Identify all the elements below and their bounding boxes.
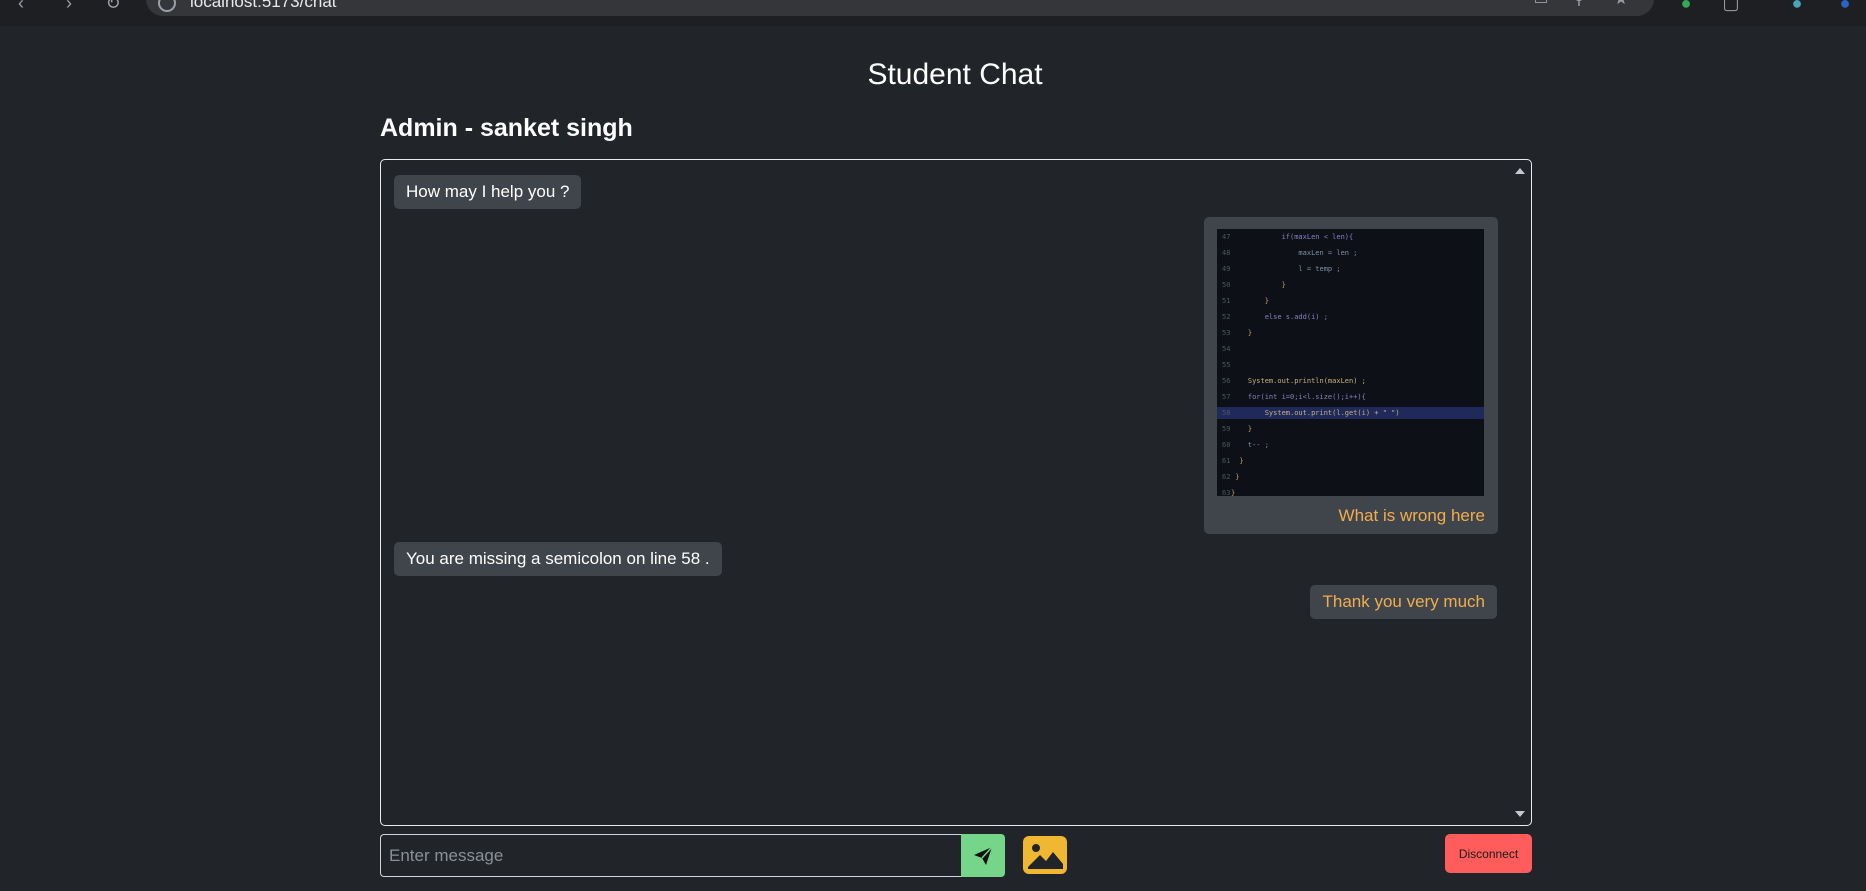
code-line-text: else s.add(i) ; bbox=[1231, 313, 1328, 321]
code-line-text: l = temp ; bbox=[1231, 265, 1341, 273]
code-line: 62 } bbox=[1217, 471, 1484, 483]
account-icon[interactable]: ● bbox=[1834, 0, 1856, 14]
code-line: 63} bbox=[1217, 487, 1484, 496]
code-line-number: 62 bbox=[1222, 473, 1231, 481]
code-line-number: 55 bbox=[1222, 361, 1231, 369]
message-text: You are missing a semicolon on line 58 . bbox=[406, 549, 710, 568]
code-line-number: 60 bbox=[1222, 441, 1231, 449]
code-line-number: 48 bbox=[1222, 249, 1231, 257]
extension-icon[interactable]: ● bbox=[1675, 0, 1697, 14]
scroll-up-arrow[interactable] bbox=[1515, 168, 1525, 174]
page-title: Student Chat bbox=[867, 58, 1043, 91]
paper-plane-icon bbox=[974, 846, 993, 865]
code-line-text: } bbox=[1231, 457, 1244, 465]
code-line: 58 System.out.print(l.get(i) + " ") bbox=[1217, 407, 1484, 419]
code-line: 52 else s.add(i) ; bbox=[1217, 311, 1484, 323]
code-screenshot-image[interactable]: 47 if(maxLen < len){48 maxLen = len ; 49 … bbox=[1217, 229, 1484, 496]
code-line-number: 58 bbox=[1222, 409, 1231, 417]
code-line: 56 System.out.println(maxLen) ; bbox=[1217, 375, 1484, 387]
code-line-text: t-- ; bbox=[1231, 441, 1269, 449]
code-line: 55 bbox=[1217, 359, 1484, 371]
tab-search-icon[interactable]: ▢ bbox=[1720, 0, 1742, 14]
reload-icon[interactable]: ↻ bbox=[104, 0, 122, 12]
message-text: Thank you very much bbox=[1322, 592, 1485, 611]
code-line-number: 47 bbox=[1222, 233, 1231, 241]
message-bubble-student: Thank you very much bbox=[1310, 585, 1497, 619]
code-line: 57 for(int i=0;i<l.size();i++){ bbox=[1217, 391, 1484, 403]
code-line-number: 50 bbox=[1222, 281, 1231, 289]
code-line-number: 57 bbox=[1222, 393, 1231, 401]
code-line-text: if(maxLen < len){ bbox=[1231, 233, 1354, 241]
code-line-text: } bbox=[1231, 281, 1286, 289]
message-bubble-admin: How may I help you ? bbox=[394, 175, 582, 209]
profile-avatar[interactable]: ● bbox=[1786, 0, 1808, 14]
image-upload-icon bbox=[1026, 839, 1064, 871]
bookmark-star-icon[interactable]: ★ bbox=[1612, 0, 1630, 8]
forward-icon[interactable]: › bbox=[60, 0, 78, 12]
chat-messages-panel[interactable]: How may I help you ? 47 if(maxLen < len)… bbox=[380, 159, 1532, 826]
translate-icon[interactable]: ▭ bbox=[1532, 0, 1550, 8]
image-upload-button[interactable] bbox=[1023, 836, 1067, 874]
site-info-icon[interactable] bbox=[158, 0, 176, 12]
message-input[interactable] bbox=[380, 834, 961, 877]
code-line-number: 51 bbox=[1222, 297, 1231, 305]
code-line: 59 } bbox=[1217, 423, 1484, 435]
code-line: 48 maxLen = len ; bbox=[1217, 247, 1484, 259]
code-line-number: 54 bbox=[1222, 345, 1231, 353]
code-line-text: } bbox=[1231, 297, 1269, 305]
code-line: 49 l = temp ; bbox=[1217, 263, 1484, 275]
address-bar[interactable]: localhost:5173/chat ▭ ⚲ ★ bbox=[146, 0, 1654, 16]
url-text[interactable]: localhost:5173/chat bbox=[190, 0, 337, 12]
message-text: How may I help you ? bbox=[406, 182, 570, 201]
back-icon[interactable]: ‹ bbox=[12, 0, 30, 12]
message-bubble-student-image: 47 if(maxLen < len){48 maxLen = len ; 49 … bbox=[1204, 217, 1498, 534]
code-line-text: for(int i=0;i<l.size();i++){ bbox=[1231, 393, 1366, 401]
code-line-number: 49 bbox=[1222, 265, 1231, 273]
code-line: 54 bbox=[1217, 343, 1484, 355]
code-line-text: } bbox=[1231, 425, 1253, 433]
code-line-number: 52 bbox=[1222, 313, 1231, 321]
code-line-number: 56 bbox=[1222, 377, 1231, 385]
code-line-number: 59 bbox=[1222, 425, 1231, 433]
message-bubble-admin: You are missing a semicolon on line 58 . bbox=[394, 542, 722, 576]
code-line-text: } bbox=[1231, 473, 1240, 481]
code-line-text: } bbox=[1231, 329, 1253, 337]
code-line: 50 } bbox=[1217, 279, 1484, 291]
code-line-text: System.out.println(maxLen) ; bbox=[1231, 377, 1366, 385]
code-line: 53 } bbox=[1217, 327, 1484, 339]
code-line: 60 t-- ; bbox=[1217, 439, 1484, 451]
zoom-icon[interactable]: ⚲ bbox=[1570, 0, 1588, 8]
browser-toolbar: ‹ › ↻ localhost:5173/chat ▭ ⚲ ★ ● ▢ ● ● bbox=[0, 0, 1866, 26]
code-line-number: 53 bbox=[1222, 329, 1231, 337]
code-line-number: 61 bbox=[1222, 457, 1231, 465]
code-line: 47 if(maxLen < len){ bbox=[1217, 231, 1484, 243]
send-button[interactable] bbox=[961, 834, 1005, 877]
code-line-text: System.out.print(l.get(i) + " ") bbox=[1231, 409, 1400, 417]
disconnect-button[interactable]: Disconnect bbox=[1445, 834, 1532, 873]
chat-partner-heading: Admin - sanket singh bbox=[380, 114, 633, 142]
code-line: 61 } bbox=[1217, 455, 1484, 467]
code-line-text: } bbox=[1231, 489, 1236, 496]
code-line-number: 63 bbox=[1222, 489, 1231, 496]
code-line-text: maxLen = len ; bbox=[1231, 249, 1358, 257]
image-caption: What is wrong here bbox=[1338, 506, 1485, 525]
code-line: 51 } bbox=[1217, 295, 1484, 307]
scroll-down-arrow[interactable] bbox=[1515, 811, 1525, 817]
